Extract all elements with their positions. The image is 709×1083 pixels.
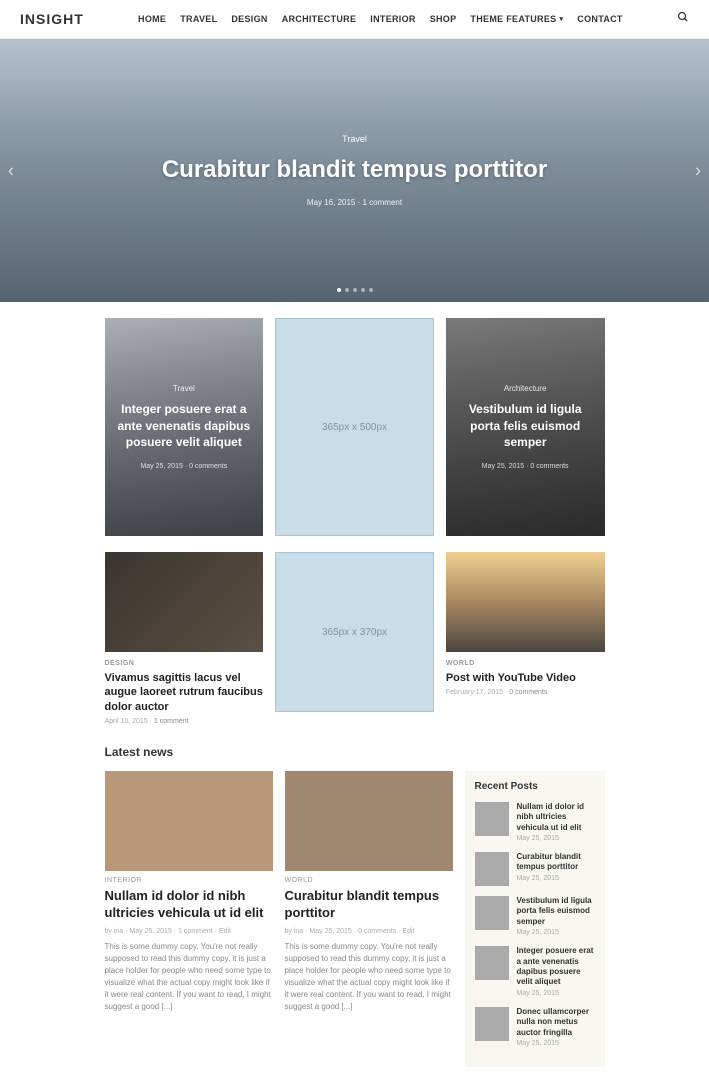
card: DESIGN Vivamus sagittis lacus vel augue …	[105, 552, 264, 725]
post-category[interactable]: INTERIOR	[105, 877, 273, 884]
slider-dots	[337, 288, 373, 292]
nav-home[interactable]: HOME	[138, 14, 166, 24]
hero-category[interactable]: Travel	[342, 134, 367, 144]
post-category[interactable]: WORLD	[285, 877, 453, 884]
post-title[interactable]: Nullam id dolor id nibh ultricies vehicu…	[105, 888, 273, 922]
chevron-down-icon: ▾	[559, 15, 563, 23]
sidebar-item[interactable]: Vestibulum id ligula porta felis euismod…	[475, 896, 595, 936]
slider-dot[interactable]	[353, 288, 357, 292]
logo[interactable]: INSIGHT	[20, 11, 84, 27]
hero-title[interactable]: Curabitur blandit tempus porttitor	[162, 156, 547, 184]
card-placeholder[interactable]: 365px x 370px	[275, 552, 434, 712]
latest-news-heading: Latest news	[105, 745, 605, 759]
sidebar-item[interactable]: Integer posuere erat a ante venenatis da…	[475, 946, 595, 997]
card: WORLD Post with YouTube Video February 1…	[446, 552, 605, 725]
slider-prev-arrow[interactable]: ‹	[8, 160, 14, 181]
post-meta: by ina · May 25, 2015 · 1 comment · Edit	[105, 928, 273, 935]
hero-meta: May 16, 2015 · 1 comment	[307, 198, 402, 207]
nav-theme-features[interactable]: THEME FEATURES▾	[470, 14, 563, 24]
card-image[interactable]	[105, 552, 264, 652]
card-title[interactable]: Vivamus sagittis lacus vel augue laoreet…	[105, 671, 264, 714]
nav-shop[interactable]: SHOP	[430, 14, 457, 24]
secondary-cards: DESIGN Vivamus sagittis lacus vel augue …	[105, 552, 605, 725]
post: WORLD Curabitur blandit tempus porttitor…	[285, 771, 453, 1067]
tile-category: Travel	[173, 384, 195, 393]
tile[interactable]: Travel Integer posuere erat a ante venen…	[105, 318, 264, 536]
post: INTERIOR Nullam id dolor id nibh ultrici…	[105, 771, 273, 1067]
nav-travel[interactable]: TRAVEL	[180, 14, 217, 24]
tile-title: Integer posuere erat a ante venenatis da…	[117, 401, 252, 451]
hero-slider: ‹ › Travel Curabitur blandit tempus port…	[0, 39, 709, 302]
card-image[interactable]	[446, 552, 605, 652]
nav-design[interactable]: DESIGN	[231, 14, 267, 24]
tile[interactable]: Architecture Vestibulum id ligula porta …	[446, 318, 605, 536]
card-meta: February 17, 2015 · 0 comments	[446, 689, 605, 696]
sidebar-thumb	[475, 802, 509, 836]
sidebar-item[interactable]: Curabitur blandit tempus porttitorMay 25…	[475, 852, 595, 886]
nav-architecture[interactable]: ARCHITECTURE	[282, 14, 357, 24]
post-excerpt: This is some dummy copy. You're not real…	[285, 941, 453, 1013]
slider-next-arrow[interactable]: ›	[695, 160, 701, 181]
slider-dot[interactable]	[345, 288, 349, 292]
slider-dot[interactable]	[369, 288, 373, 292]
card-category[interactable]: DESIGN	[105, 660, 264, 667]
nav-contact[interactable]: CONTACT	[577, 14, 622, 24]
slider-dot[interactable]	[361, 288, 365, 292]
sidebar-thumb	[475, 946, 509, 980]
card-title[interactable]: Post with YouTube Video	[446, 671, 605, 685]
search-icon[interactable]	[677, 10, 689, 28]
nav-interior[interactable]: INTERIOR	[370, 14, 415, 24]
card-meta: April 10, 2015 · 1 comment	[105, 718, 264, 725]
tile-meta: May 25, 2015 · 0 comments	[140, 463, 227, 470]
tile-category: Architecture	[504, 384, 547, 393]
sidebar: Recent Posts Nullam id dolor id nibh ult…	[465, 771, 605, 1067]
recent-posts-heading: Recent Posts	[475, 781, 595, 792]
sidebar-thumb	[475, 852, 509, 886]
slider-dot[interactable]	[337, 288, 341, 292]
sidebar-thumb	[475, 896, 509, 930]
header: INSIGHT HOME TRAVEL DESIGN ARCHITECTURE …	[0, 0, 709, 39]
tile-placeholder[interactable]: 365px x 500px	[275, 318, 434, 536]
latest-grid: INTERIOR Nullam id dolor id nibh ultrici…	[105, 771, 605, 1067]
main-container: Travel Integer posuere erat a ante venen…	[105, 302, 605, 1083]
tile-title: Vestibulum id ligula porta felis euismod…	[458, 401, 593, 451]
post-excerpt: This is some dummy copy. You're not real…	[105, 941, 273, 1013]
tile-meta: May 25, 2015 · 0 comments	[482, 463, 569, 470]
sidebar-item[interactable]: Nullam id dolor id nibh ultricies vehicu…	[475, 802, 595, 842]
post-meta: by ina · May 25, 2015 · 0 comments · Edi…	[285, 928, 453, 935]
featured-tiles: Travel Integer posuere erat a ante venen…	[105, 318, 605, 536]
post-title[interactable]: Curabitur blandit tempus porttitor	[285, 888, 453, 922]
post-image[interactable]	[285, 771, 453, 871]
card-category[interactable]: WORLD	[446, 660, 605, 667]
sidebar-item[interactable]: Donec ullamcorper nulla non metus auctor…	[475, 1007, 595, 1047]
post-image[interactable]	[105, 771, 273, 871]
main-nav: HOME TRAVEL DESIGN ARCHITECTURE INTERIOR…	[138, 14, 623, 24]
